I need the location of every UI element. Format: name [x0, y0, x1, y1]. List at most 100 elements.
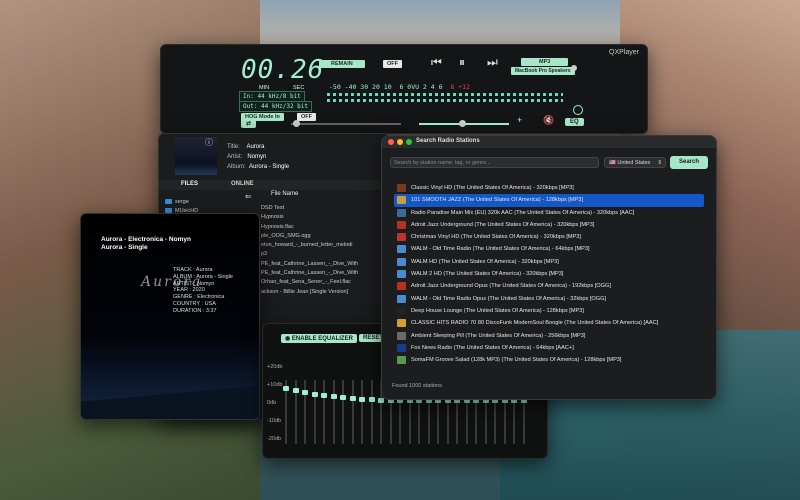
station-name: WALM - Old Time Radio (The United States…	[411, 246, 590, 253]
station-row[interactable]: 101 SMOOTH JAZZ (The United States Of Am…	[394, 194, 704, 207]
minimize-icon[interactable]	[397, 139, 403, 145]
next-track-button[interactable]: ⏭	[487, 55, 498, 70]
radio-search-window: Search Radio Stations Search by station …	[381, 135, 717, 400]
now-playing-window: Aurora - Electronica - Nomyn Aurora - Si…	[80, 213, 260, 420]
eq-band-slider[interactable]	[292, 380, 299, 444]
station-row[interactable]: Ambient Sleeping Pill (The United States…	[394, 330, 704, 342]
eq-band-slider[interactable]	[330, 380, 337, 444]
file-item[interactable]: Hypnosis	[261, 213, 358, 222]
station-row[interactable]: Classic Vinyl HD (The United States Of A…	[394, 182, 704, 194]
station-logo-icon	[397, 282, 406, 291]
station-logo-icon	[397, 257, 406, 266]
eq-band-slider[interactable]	[368, 380, 375, 444]
eq-band-slider[interactable]	[311, 380, 318, 444]
station-row[interactable]: WALM 2 HD (The United States Of America)…	[394, 268, 704, 280]
search-button[interactable]: Search	[670, 156, 708, 169]
station-logo-icon	[397, 331, 406, 340]
file-item[interactable]: ackson - Billie Jean [Single Version]	[261, 288, 358, 297]
eq-band-slider[interactable]	[340, 380, 346, 444]
previous-track-button[interactable]: ⏮	[431, 55, 442, 70]
radio-window-title: Search Radio Stations	[416, 138, 480, 144]
station-logo-icon	[397, 220, 406, 229]
station-logo-icon	[397, 184, 406, 192]
station-logo-icon	[397, 343, 406, 352]
file-item[interactable]: DSD Test	[261, 204, 358, 213]
enable-equalizer-button[interactable]: ◉ ENABLE EQUALIZER	[281, 334, 357, 343]
station-name: Adroit Jazz Underground (The United Stat…	[411, 221, 595, 228]
folder-icon	[165, 199, 172, 205]
file-item[interactable]: ple_OOG_SMG.ogg	[261, 232, 358, 241]
back-arrow-icon[interactable]: ⇐	[245, 192, 252, 201]
station-row[interactable]: Radio Paradise Main Mix (EU) 320k AAC (T…	[394, 207, 704, 219]
record-icon[interactable]	[573, 105, 583, 115]
meta-title: Title: Aurora	[227, 144, 265, 150]
db-label: 0db	[267, 400, 277, 406]
station-row[interactable]: Christmas Vinyl HD (The United States Of…	[394, 231, 704, 243]
chevron-updown-icon: ⇕	[657, 160, 662, 166]
file-item[interactable]: PE_feat_Cathrine_Lassen_-_Dive_With	[261, 260, 358, 269]
info-icon[interactable]: ⓘ	[205, 137, 213, 148]
station-name: Radio Paradise Main Mix (EU) 320k AAC (T…	[411, 209, 635, 216]
now-playing-heading: Aurora - Electronica - Nomyn Aurora - Si…	[101, 236, 191, 251]
eq-band-slider[interactable]	[302, 380, 308, 444]
eq-band-slider[interactable]	[283, 380, 289, 444]
meta-album: Album: Aurora - Single	[227, 164, 290, 170]
station-row[interactable]: Adroit Jazz Underground Opus (The United…	[394, 280, 704, 292]
player-window-title: QXPlayer	[609, 49, 639, 56]
vu-meter-left	[327, 93, 563, 96]
folder-item[interactable]: serge	[165, 198, 198, 207]
station-name: Classic Vinyl HD (The United States Of A…	[411, 185, 574, 191]
repeat-button[interactable]: ⇄	[241, 119, 257, 128]
station-name: SomaFM Groove Salad (128k MP3) (The Unit…	[411, 357, 622, 364]
plus-icon[interactable]: +	[517, 115, 522, 125]
station-name: WALM 2 HD (The United States Of America)…	[411, 271, 564, 278]
station-name: WALM HD (The United States Of America) -…	[411, 258, 559, 265]
db-label: +20db	[267, 364, 283, 370]
column-header-filename[interactable]: File Name	[271, 191, 298, 197]
file-item[interactable]: Hypnosis.flac	[261, 223, 358, 232]
station-name: Adroit Jazz Underground Opus (The United…	[411, 283, 611, 290]
zoom-icon[interactable]	[406, 139, 412, 145]
station-name: WALM - Old Time Radio Opus (The United S…	[411, 295, 607, 302]
station-row[interactable]: WALM - Old Time Radio (The United States…	[394, 243, 704, 255]
tab-online[interactable]: ONLINE	[231, 181, 254, 187]
format-out-display: Out: 44 kHz/32 bit	[239, 101, 313, 112]
db-label: -20db	[267, 436, 282, 442]
station-row[interactable]: SomaFM Groove Salad (128k MP3) (The Unit…	[394, 354, 704, 366]
station-row[interactable]: Deep House Lounge (The United States Of …	[394, 305, 704, 317]
station-search-input[interactable]: Search by station name, tag, or genre...	[390, 157, 599, 168]
eq-toggle-button[interactable]: EQ	[565, 118, 584, 126]
pause-button[interactable]: ⏸	[459, 55, 465, 70]
eq-band-slider[interactable]	[349, 380, 356, 444]
station-row[interactable]: WALM HD (The United States Of America) -…	[394, 256, 704, 268]
station-name: Christmas Vinyl HD (The United States Of…	[411, 234, 581, 241]
station-row[interactable]: WALM - Old Time Radio Opus (The United S…	[394, 293, 704, 305]
mute-icon[interactable]: 🔇	[543, 115, 554, 126]
file-item[interactable]: eton_howard_-_burned_letter_melodi	[261, 241, 358, 250]
station-name: 101 SMOOTH JAZZ (The United States Of Am…	[411, 197, 583, 204]
power-knob-icon[interactable]	[571, 65, 577, 71]
balance-slider[interactable]	[419, 120, 509, 127]
station-logo-icon	[397, 319, 406, 328]
station-row[interactable]: CLASSIC HITS RADIO 70 80 DiscoFunk Moder…	[394, 317, 704, 329]
country-select[interactable]: 🇺🇸 United States ⇕	[604, 157, 666, 168]
db-label: -10db	[267, 418, 282, 424]
tab-files[interactable]: FILES	[181, 181, 198, 187]
station-row[interactable]: Adroit Jazz Underground (The United Stat…	[394, 219, 704, 231]
meta-artist: Artist: Nomyn	[227, 154, 267, 160]
hog-mode-toggle[interactable]: OFF	[297, 113, 316, 121]
seek-slider[interactable]	[291, 120, 401, 127]
file-item[interactable]: PE_feat_Cathrine_Lassen_-_Dive_With	[261, 269, 358, 278]
station-row[interactable]: Fox News Radio (The United States Of Ame…	[394, 342, 704, 354]
station-logo-icon	[397, 245, 406, 254]
file-item[interactable]: Orhan_feat_Sena_Sener_-_Feel.flac	[261, 278, 358, 287]
station-list: Classic Vinyl HD (The United States Of A…	[394, 182, 704, 366]
remain-toggle[interactable]: OFF	[383, 60, 402, 68]
eq-band-slider[interactable]	[359, 380, 365, 444]
station-name: CLASSIC HITS RADIO 70 80 DiscoFunk Moder…	[411, 320, 659, 327]
output-device-select[interactable]: MacBook Pro Speakers	[511, 67, 575, 75]
eq-band-slider[interactable]	[321, 380, 327, 444]
file-item[interactable]: p3	[261, 250, 358, 259]
album-art-landscape	[81, 379, 259, 419]
close-icon[interactable]	[388, 139, 394, 145]
